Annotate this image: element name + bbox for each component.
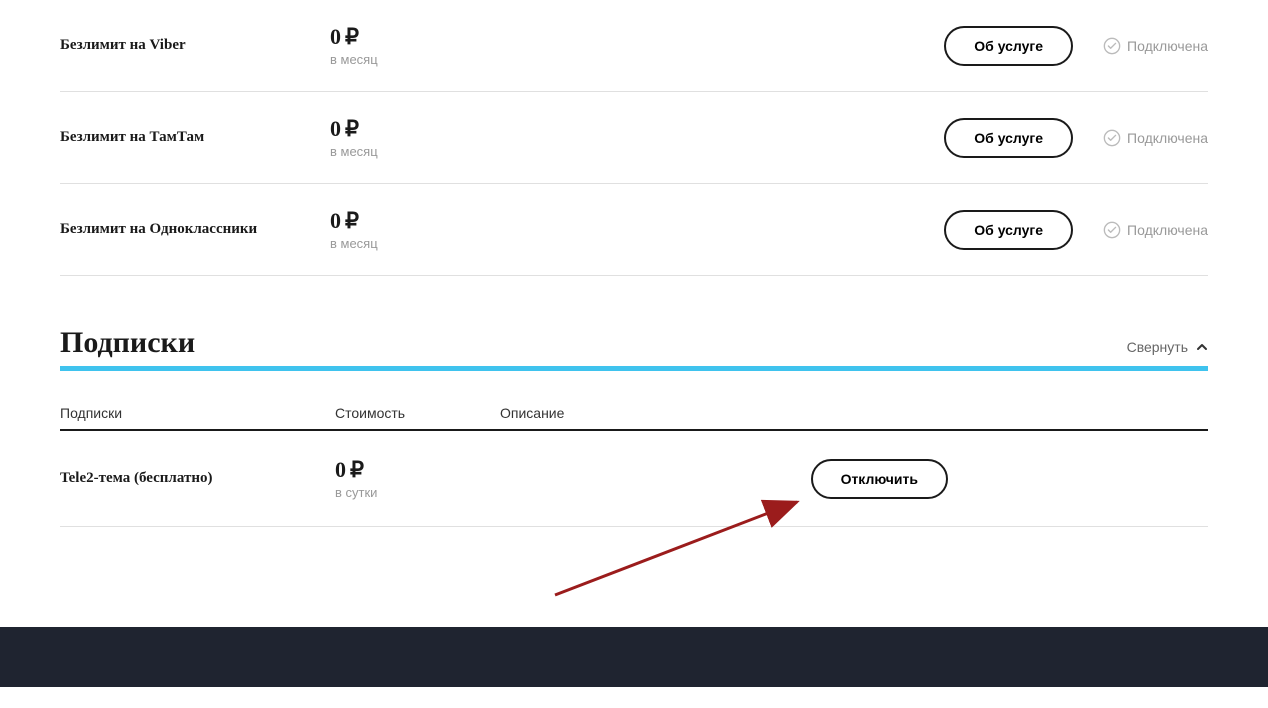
service-row: Безлимит на Viber 0 ₽ в месяц Об услуге … [60, 0, 1208, 92]
price-amount: 0 [335, 457, 346, 482]
collapse-toggle[interactable]: Свернуть [1127, 339, 1208, 355]
price-amount: 0 [330, 208, 341, 233]
subscription-price: 0 ₽ в сутки [335, 457, 500, 500]
table-header: Подписки Стоимость Описание [60, 391, 1208, 431]
service-row: Безлимит на ТамТам 0 ₽ в месяц Об услуге… [60, 92, 1208, 184]
service-price: 0 ₽ в месяц [330, 116, 944, 159]
service-price: 0 ₽ в месяц [330, 208, 944, 251]
check-circle-icon [1103, 129, 1121, 147]
currency: ₽ [345, 24, 359, 49]
service-name: Безлимит на Viber [60, 37, 330, 54]
service-row: Безлимит на Одноклассники 0 ₽ в месяц Об… [60, 184, 1208, 276]
section-header: Подписки Свернуть [60, 326, 1208, 371]
service-name: Безлимит на ТамТам [60, 129, 330, 146]
about-service-button[interactable]: Об услуге [944, 210, 1073, 250]
price-period: в месяц [330, 52, 944, 67]
status-text: Подключена [1127, 222, 1208, 238]
section-title: Подписки [60, 326, 195, 360]
price-amount: 0 [330, 24, 341, 49]
status-text: Подключена [1127, 38, 1208, 54]
check-circle-icon [1103, 37, 1121, 55]
disable-button[interactable]: Отключить [811, 459, 948, 499]
subscription-name: Tele2-тема (бесплатно) [60, 470, 335, 487]
collapse-label: Свернуть [1127, 339, 1188, 355]
status-badge: Подключена [1103, 37, 1208, 55]
currency: ₽ [350, 457, 364, 482]
status-badge: Подключена [1103, 221, 1208, 239]
about-service-button[interactable]: Об услуге [944, 26, 1073, 66]
price-period: в месяц [330, 144, 944, 159]
check-circle-icon [1103, 221, 1121, 239]
status-badge: Подключена [1103, 129, 1208, 147]
currency: ₽ [345, 208, 359, 233]
th-desc: Описание [500, 405, 1208, 421]
price-period: в сутки [335, 485, 500, 500]
subscription-row: Tele2-тема (бесплатно) 0 ₽ в сутки Отклю… [60, 431, 1208, 527]
status-text: Подключена [1127, 130, 1208, 146]
service-price: 0 ₽ в месяц [330, 24, 944, 67]
price-period: в месяц [330, 236, 944, 251]
currency: ₽ [345, 116, 359, 141]
price-amount: 0 [330, 116, 341, 141]
th-name: Подписки [60, 405, 335, 421]
page-footer [0, 627, 1268, 687]
th-cost: Стоимость [335, 405, 500, 421]
chevron-up-icon [1196, 341, 1208, 353]
service-name: Безлимит на Одноклассники [60, 221, 330, 238]
about-service-button[interactable]: Об услуге [944, 118, 1073, 158]
